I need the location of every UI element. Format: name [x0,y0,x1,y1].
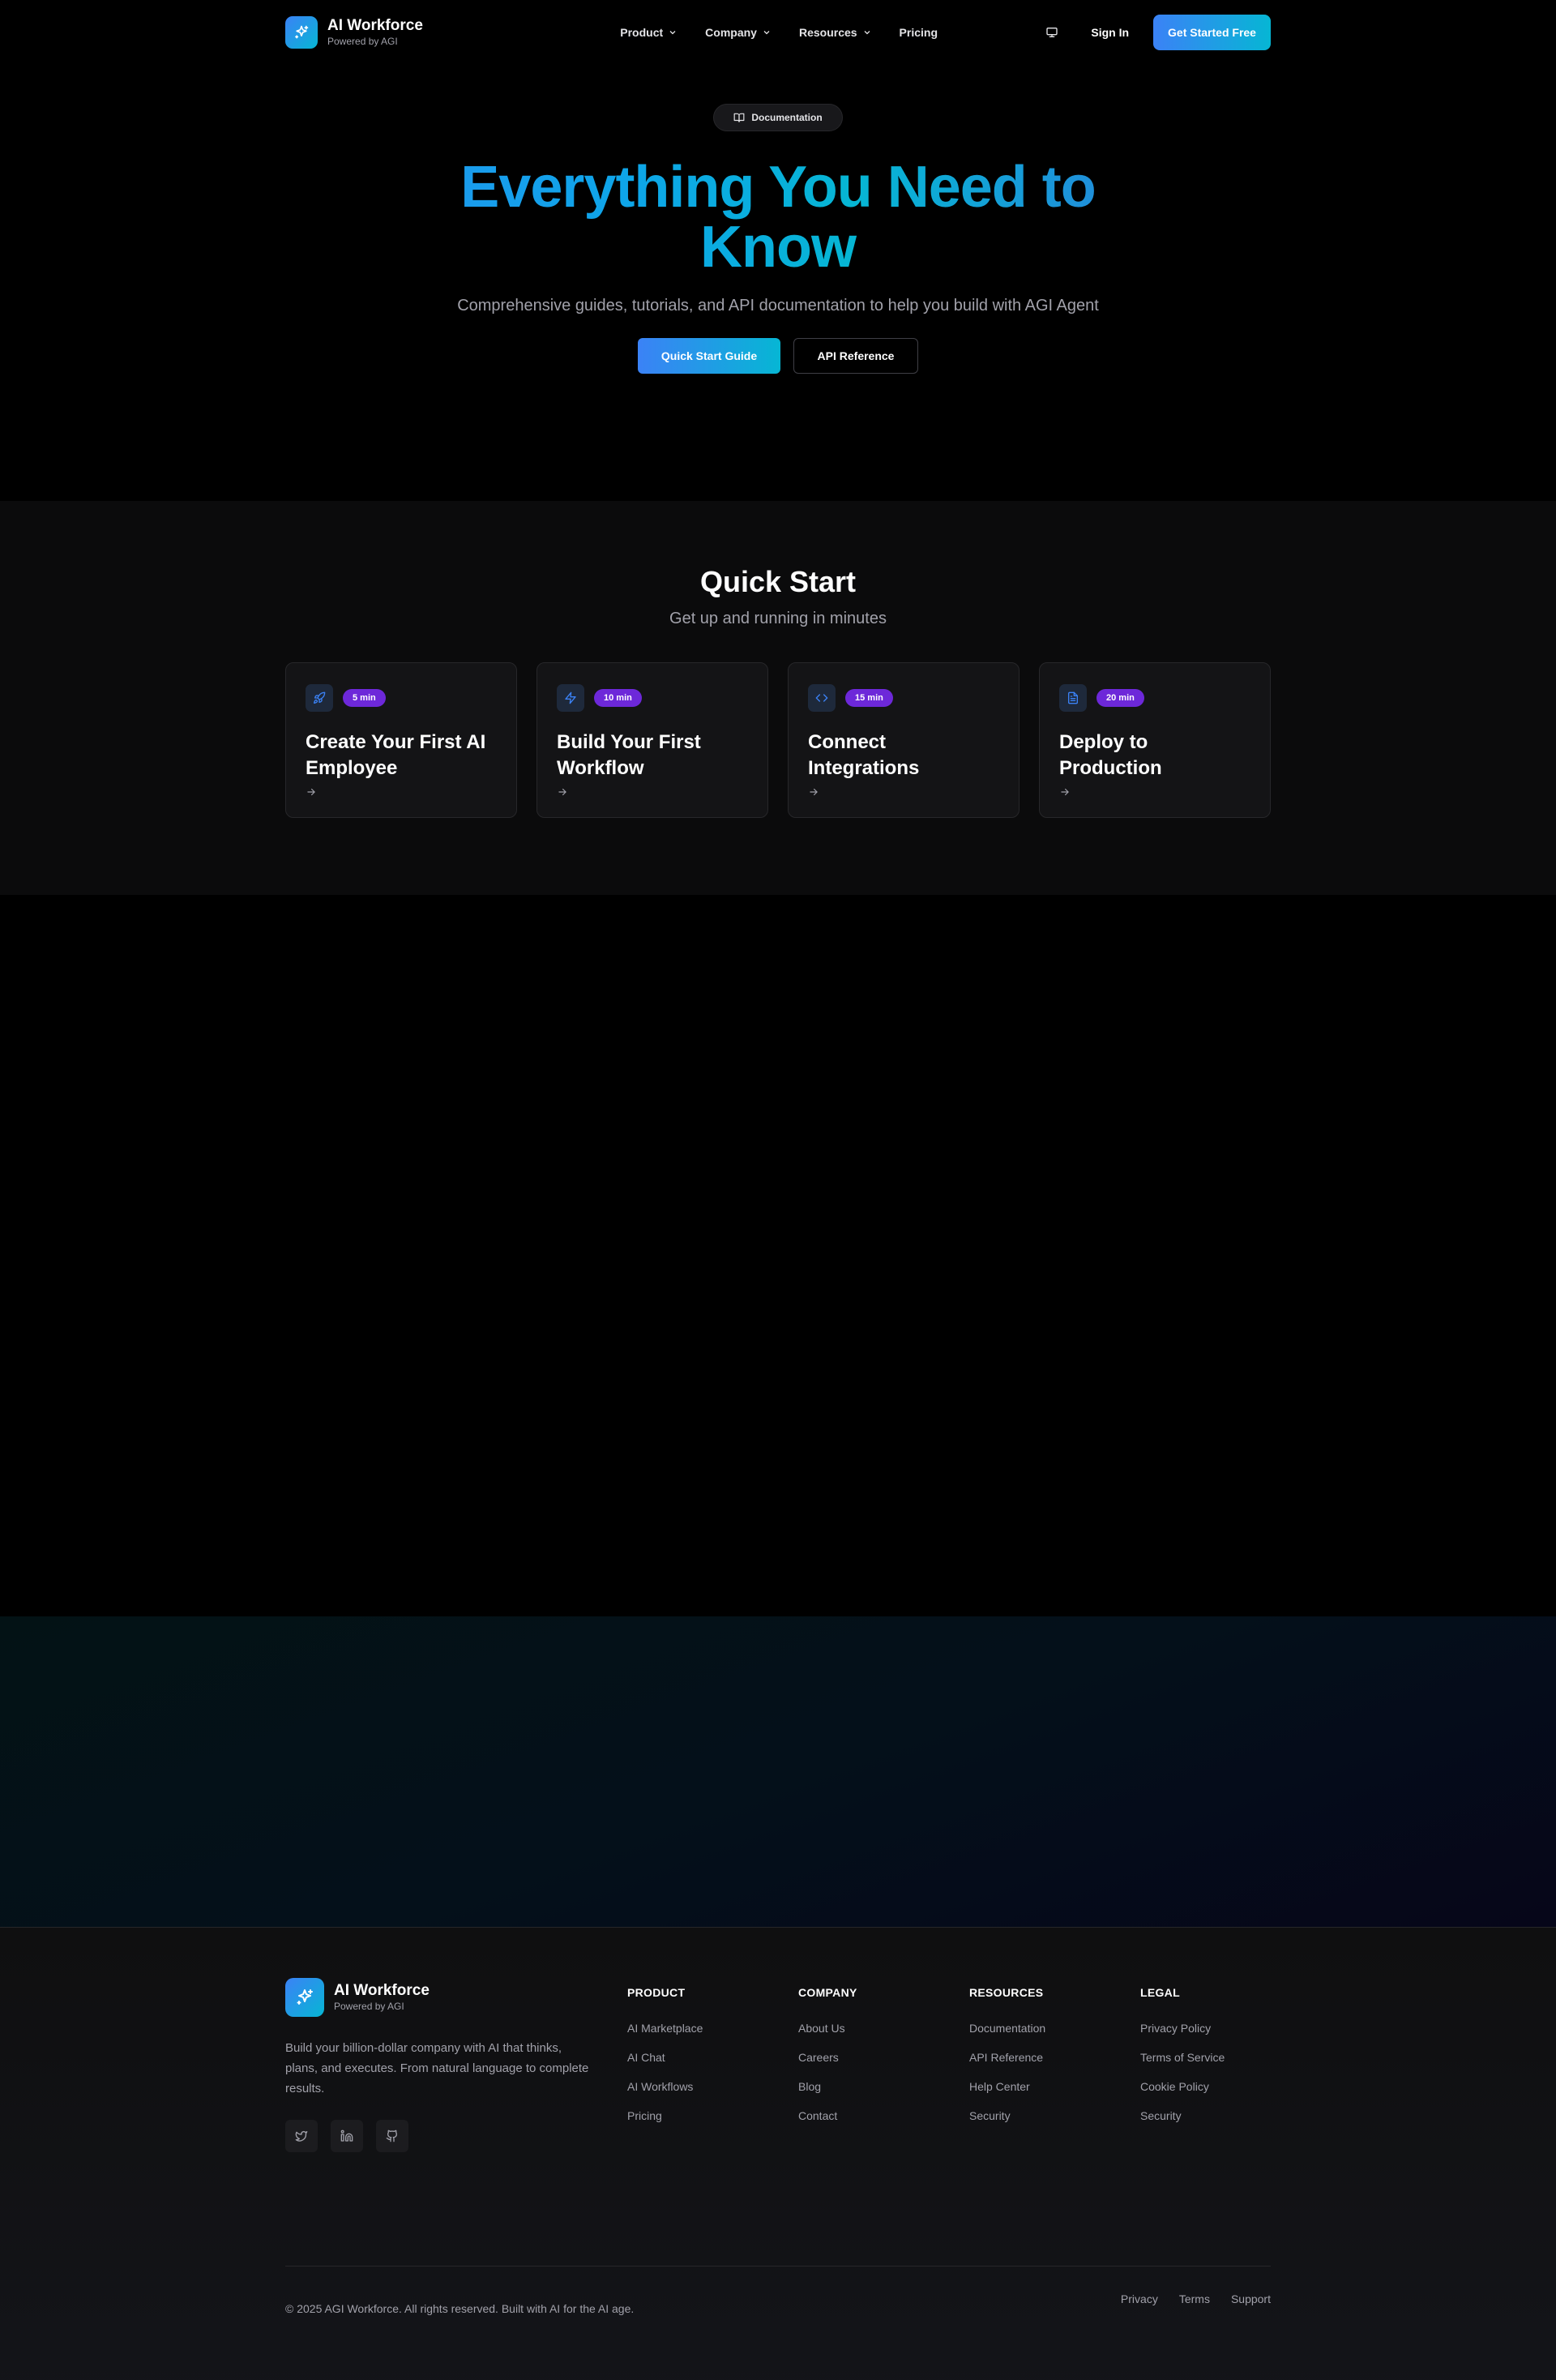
footer-column-product: PRODUCT AI Marketplace AI Chat AI Workfl… [627,1978,798,2152]
book-open-icon [733,113,745,122]
github-icon[interactable] [376,2120,408,2152]
footer-description: Build your billion-dollar company with A… [285,2041,589,2095]
footer-link[interactable]: AI Marketplace [627,2014,798,2043]
hero-section: Documentation Everything You Need to Kno… [0,65,1556,501]
footer-brand[interactable]: AI Workforce Powered by AGI [285,1978,627,2017]
monitor-icon[interactable] [1037,18,1067,47]
quick-start-card[interactable]: 15 min Connect Integrations [788,662,1020,818]
card-title: Build Your First Workflow [557,731,701,779]
empty-content-area [0,895,1556,1616]
footer-link[interactable]: Security [969,2101,1140,2130]
documentation-badge-label: Documentation [751,112,823,123]
hero-title-line1: Everything You Need to [460,155,1096,220]
sparkles-icon [285,16,318,49]
get-started-button[interactable]: Get Started Free [1153,15,1271,50]
zap-icon [557,684,584,712]
hero-title-line2: Know [700,215,856,280]
footer-link[interactable]: Help Center [969,2072,1140,2101]
arrow-right-icon [306,786,497,798]
menu-product[interactable]: Product [620,26,678,39]
footer-link[interactable]: Careers [798,2043,969,2072]
brand-tagline: Powered by AGI [327,36,398,47]
footer-link[interactable]: Privacy Policy [1140,2014,1270,2043]
footer-brand-name: AI Workforce [334,1982,430,1999]
quick-start-title: Quick Start [699,565,857,598]
footer-link[interactable]: AI Chat [627,2043,798,2072]
footer-link[interactable]: AI Workflows [627,2072,798,2101]
code-icon [808,684,836,712]
documentation-badge: Documentation [713,104,843,131]
footer-link[interactable]: About Us [798,2014,969,2043]
footer-terms-link[interactable]: Terms [1179,2292,1210,2305]
footer-divider [285,2266,1271,2267]
brand-link[interactable]: AI Workforce Powered by AGI [285,16,423,49]
quick-start-card[interactable]: 5 min Create Your First AI Employee [285,662,517,818]
quick-start-card[interactable]: 20 min Deploy to Production [1039,662,1271,818]
menu-pricing[interactable]: Pricing [900,26,938,39]
duration-badge: 10 min [594,689,642,707]
menu-pricing-label: Pricing [899,26,938,39]
rocket-icon [306,684,333,712]
menu-product-label: Product [620,26,664,39]
duration-badge: 20 min [1096,689,1144,707]
quick-start-guide-button[interactable]: Quick Start Guide [638,338,780,374]
card-title: Connect Integrations [808,731,920,779]
footer-bottom-links: Privacy Terms Support [1121,2292,1271,2305]
linkedin-icon[interactable] [331,2120,363,2152]
card-title: Deploy to Production [1059,731,1162,779]
gradient-band [0,1616,1556,1928]
footer-column-legal: LEGAL Privacy Policy Terms of Service Co… [1140,1978,1270,2152]
sparkles-icon [285,1978,324,2017]
hero-subtitle: Comprehensive guides, tutorials, and API… [457,297,1099,315]
copyright-text: © 2025 AGI Workforce. All rights reserve… [285,2302,635,2315]
main-menu: Product Company Resources Pricing [620,26,938,39]
footer-link[interactable]: Blog [798,2072,969,2101]
footer-link[interactable]: Documentation [969,2014,1140,2043]
footer-link[interactable]: Terms of Service [1140,2043,1270,2072]
quick-start-section: Quick Start Get up and running in minute… [0,501,1556,895]
top-nav: AI Workforce Powered by AGI Product Comp… [285,0,1271,65]
sign-in-link[interactable]: Sign In [1091,26,1129,39]
menu-company-label: Company [705,26,757,39]
card-title: Create Your First AI Employee [306,731,486,779]
hero-title: Everything You Need to Know [0,157,1556,277]
arrow-right-icon [1059,786,1250,798]
footer-column-title: PRODUCT [627,1986,686,1999]
brand-name: AI Workforce [327,17,423,34]
footer-column-title: RESOURCES [969,1986,1044,1999]
footer-link[interactable]: Pricing [627,2101,798,2130]
footer: AI Workforce Powered by AGI Build your b… [0,1928,1556,2380]
chevron-down-icon [763,31,770,35]
menu-resources-label: Resources [798,26,857,39]
footer-link[interactable]: API Reference [969,2043,1140,2072]
footer-column-resources: RESOURCES Documentation API Reference He… [969,1978,1140,2152]
footer-support-link[interactable]: Support [1231,2292,1271,2305]
footer-privacy-link[interactable]: Privacy [1121,2292,1158,2305]
footer-column-title: COMPANY [798,1986,857,1999]
chevron-down-icon [864,31,870,35]
quick-start-card[interactable]: 10 min Build Your First Workflow [536,662,768,818]
menu-resources[interactable]: Resources [799,26,872,39]
menu-company[interactable]: Company [705,26,772,39]
duration-badge: 15 min [845,689,893,707]
footer-column-company: COMPANY About Us Careers Blog Contact [798,1978,969,2152]
footer-link[interactable]: Contact [798,2101,969,2130]
chevron-down-icon [669,31,676,35]
arrow-right-icon [808,786,999,798]
footer-link[interactable]: Cookie Policy [1140,2072,1270,2101]
arrow-right-icon [557,786,748,798]
quick-start-subtitle: Get up and running in minutes [669,610,887,627]
footer-brand-tagline: Powered by AGI [334,2001,404,2012]
footer-link[interactable]: Security [1140,2101,1270,2130]
footer-column-title: LEGAL [1140,1986,1180,1999]
duration-badge: 5 min [343,689,386,707]
file-text-icon [1059,684,1087,712]
twitter-icon[interactable] [285,2120,318,2152]
api-reference-button[interactable]: API Reference [793,338,918,374]
